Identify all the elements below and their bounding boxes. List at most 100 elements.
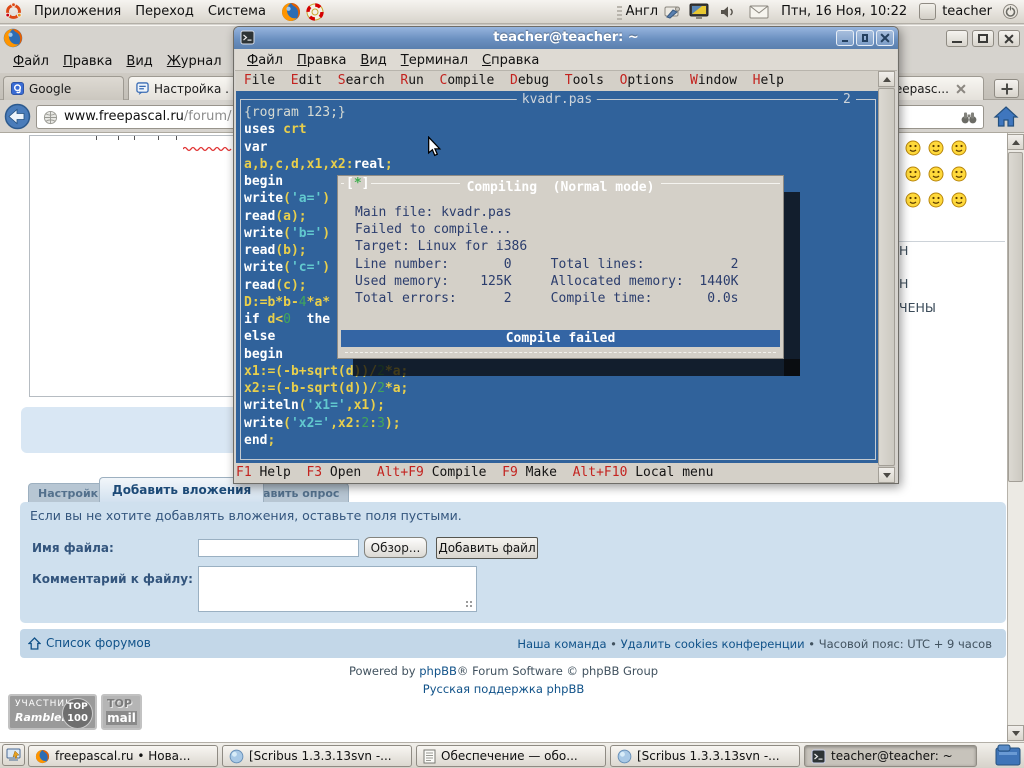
panel-menu-1[interactable]: Переход xyxy=(128,2,201,21)
tab-close-icon[interactable] xyxy=(954,82,968,96)
taskbar-window-2[interactable]: Обеспечение — обо... xyxy=(416,745,606,767)
terminal-scroll-up-arrow[interactable] xyxy=(878,71,895,87)
taskbar-window-3[interactable]: [Scribus 1.3.3.13svn -... xyxy=(610,745,800,767)
mouse-cursor xyxy=(427,136,442,161)
russian-support-link[interactable]: Русская поддержка phpBB xyxy=(423,682,584,696)
username[interactable]: teacher xyxy=(942,4,992,19)
scroll-up-arrow[interactable] xyxy=(1007,134,1024,150)
show-desktop-button[interactable] xyxy=(2,744,25,766)
back-button[interactable] xyxy=(4,103,31,134)
ide-menu-run[interactable]: Run xyxy=(400,73,423,88)
terminal-window-icon xyxy=(240,30,255,49)
ide-menu-compile[interactable]: Compile xyxy=(440,73,495,88)
terminal-minimize-button[interactable] xyxy=(836,30,854,46)
firefox-menu-0[interactable]: Файл xyxy=(6,52,56,71)
delete-cookies-link[interactable]: Удалить cookies конференции xyxy=(621,637,805,651)
firefox-close-button[interactable] xyxy=(998,30,1020,47)
fkey-F3[interactable]: F3 xyxy=(306,465,322,480)
terminal-scrollbar-thumb[interactable] xyxy=(878,88,895,466)
tab-nastroyka[interactable]: Настройка . xyxy=(128,76,238,100)
volume-icon[interactable] xyxy=(719,4,735,20)
terminal-scroll-down-arrow[interactable] xyxy=(878,467,895,483)
keyboard-layout-indicator[interactable]: Англ xyxy=(626,4,659,19)
firefox-maximize-button[interactable] xyxy=(972,30,994,47)
ide-fkeys-text: F1 Help F3 Open Alt+F9 Compile F9 Make A… xyxy=(236,463,878,483)
distro-menu-icon[interactable] xyxy=(4,2,23,21)
compile-failed-button[interactable]: Compile failed xyxy=(341,330,780,347)
firefox-menu-2[interactable]: Вид xyxy=(119,52,159,71)
code-line-2: uses crt xyxy=(244,121,408,138)
workspace-switcher[interactable] xyxy=(995,744,1021,768)
ide-menu-debug[interactable]: Debug xyxy=(510,73,549,88)
ide-menu-tools[interactable]: Tools xyxy=(565,73,604,88)
taskbar-window-1[interactable]: [Scribus 1.3.3.13svn -... xyxy=(222,745,412,767)
file-name-input[interactable] xyxy=(198,539,359,557)
terminal-menu-2[interactable]: Вид xyxy=(353,51,393,70)
new-tab-button[interactable] xyxy=(994,79,1019,98)
powered-by-line: Powered by phpBB® Forum Software © phpBB… xyxy=(0,664,1007,678)
fkey-F9[interactable]: F9 xyxy=(502,465,518,480)
team-link[interactable]: Наша команда xyxy=(517,637,606,651)
terminal-menu-0[interactable]: Файл xyxy=(240,51,290,70)
smiley-icon[interactable] xyxy=(905,166,922,183)
smiley-icon[interactable] xyxy=(951,192,968,209)
smiley-icon[interactable] xyxy=(951,140,968,157)
firefox-launcher-icon[interactable] xyxy=(281,2,301,22)
fkey-Alt+F9[interactable]: Alt+F9 xyxy=(377,465,424,480)
mail-icon[interactable] xyxy=(749,5,769,19)
firefox-menubar: ФайлПравкаВидЖурнал xyxy=(6,51,229,72)
taskbar-window-label: teacher@teacher: ~ xyxy=(831,749,953,763)
terminal-close-button[interactable] xyxy=(876,30,894,46)
terminal-menu-1[interactable]: Правка xyxy=(290,51,353,70)
smiley-icon[interactable] xyxy=(951,166,968,183)
tab-google[interactable]: Google xyxy=(3,76,124,100)
ide-menu-search[interactable]: Search xyxy=(338,73,385,88)
firefox-menu-3[interactable]: Журнал xyxy=(160,52,229,71)
terminal-menu-4[interactable]: Справка xyxy=(475,51,546,70)
home-button[interactable] xyxy=(993,104,1019,133)
badge-text: TOP xyxy=(103,696,140,710)
firefox-menu-1[interactable]: Правка xyxy=(56,52,119,71)
forum-index-link[interactable]: Список форумов xyxy=(46,636,151,650)
keyboard-icon[interactable] xyxy=(663,4,681,20)
ide-menu-options[interactable]: Options xyxy=(620,73,675,88)
display-icon[interactable] xyxy=(689,3,709,20)
ide-menubar-text: File Edit Search Run Compile Debug Tools… xyxy=(236,71,878,91)
fkey-F1[interactable]: F1 xyxy=(236,465,252,480)
smiley-icon[interactable] xyxy=(928,166,945,183)
file-comment-textarea[interactable] xyxy=(198,566,477,612)
applet-handle[interactable] xyxy=(617,4,622,20)
help-launcher-icon[interactable] xyxy=(305,2,325,22)
phpbb-link[interactable]: phpBB xyxy=(419,664,457,678)
clock[interactable]: Птн, 16 Ноя, 10:22 xyxy=(781,4,907,19)
smiley-icon[interactable] xyxy=(928,192,945,209)
firefox-minimize-button[interactable] xyxy=(946,30,968,47)
power-icon[interactable] xyxy=(1002,3,1019,20)
text-fragment-tick xyxy=(134,136,135,140)
smiley-icon[interactable] xyxy=(905,192,922,209)
resize-grip-icon[interactable] xyxy=(465,600,474,609)
panel-menus: ПриложенияПереходСистема xyxy=(27,2,273,21)
topmail-badge[interactable]: TOP mail xyxy=(101,694,142,730)
terminal-menu-3[interactable]: Терминал xyxy=(394,51,475,70)
panel-menu-0[interactable]: Приложения xyxy=(27,2,128,21)
user-switcher-icon[interactable] xyxy=(919,3,936,20)
rambler-top100-badge[interactable]: УЧАСТНИК Rambler's TOP100 xyxy=(8,694,97,730)
ide-menu-edit[interactable]: Edit xyxy=(291,73,322,88)
binoculars-icon[interactable] xyxy=(961,110,977,125)
taskbar-window-4[interactable]: teacher@teacher: ~ xyxy=(804,745,977,767)
smiley-icon[interactable] xyxy=(928,140,945,157)
panel-menu-2[interactable]: Система xyxy=(201,2,273,21)
code-line-4: a,b,c,d,x1,x2:real; xyxy=(244,156,408,173)
ide-menu-help[interactable]: Help xyxy=(753,73,784,88)
terminal-maximize-button[interactable] xyxy=(856,30,874,46)
fkey-Alt+F10[interactable]: Alt+F10 xyxy=(573,465,628,480)
smiley-icon[interactable] xyxy=(905,140,922,157)
ide-menu-window[interactable]: Window xyxy=(690,73,737,88)
add-file-button[interactable]: Добавить файл xyxy=(436,537,538,559)
page-scrollbar-thumb[interactable] xyxy=(1008,152,1023,482)
taskbar-window-0[interactable]: freepascal.ru • Нова... xyxy=(28,745,218,767)
scroll-down-arrow[interactable] xyxy=(1007,725,1024,741)
browse-button[interactable]: Обзор... xyxy=(364,537,427,558)
ide-menu-file[interactable]: File xyxy=(244,73,275,88)
